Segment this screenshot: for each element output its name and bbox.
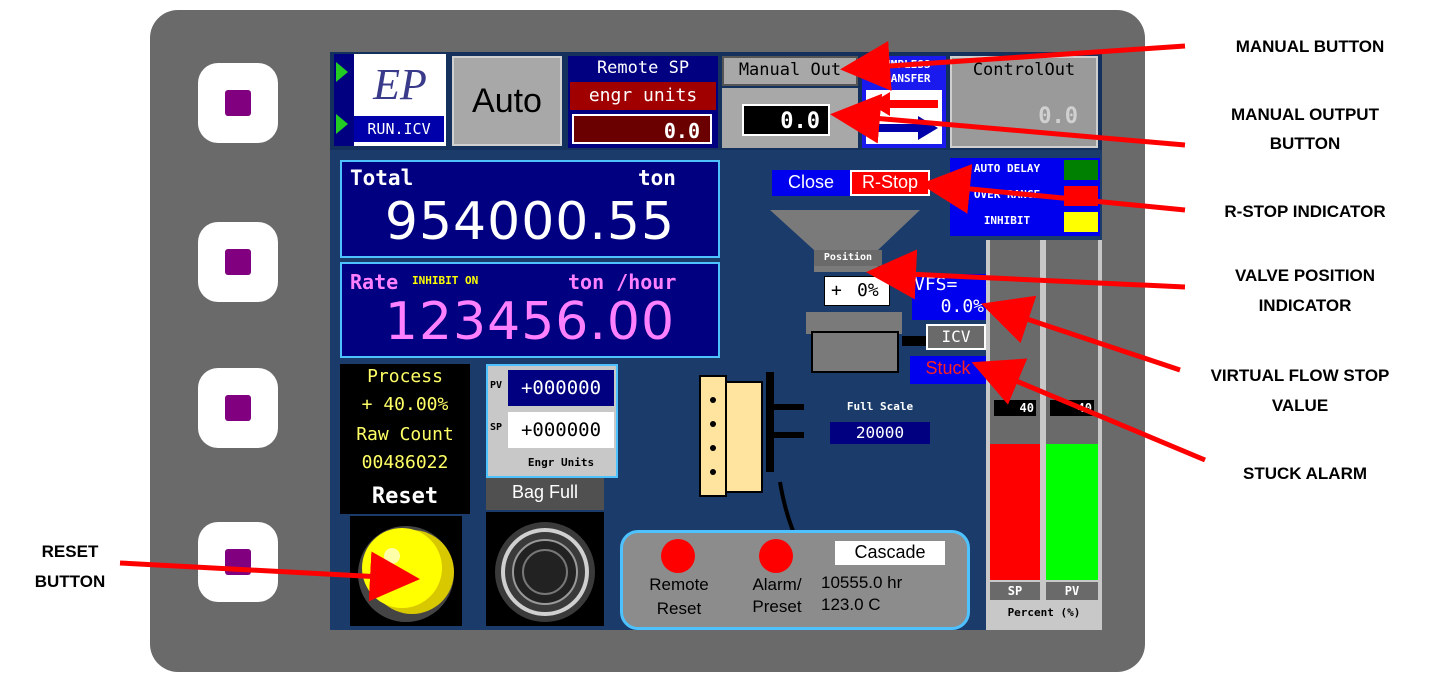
annotation-stuck: STUCK ALARM: [1242, 464, 1368, 483]
arrow-reset: [119, 551, 420, 602]
annotation-vfs-line1: VIRTUAL FLOW STOP: [1210, 366, 1390, 385]
arrow-vfs: [981, 295, 1181, 373]
annotation-manual-button: MANUAL BUTTON: [1235, 37, 1385, 56]
arrow-manual-button: [840, 41, 1186, 91]
arrow-rstop: [920, 164, 1186, 214]
annotation-reset-line1: RESET: [41, 542, 99, 561]
annotation-valve-line2: INDICATOR: [1258, 296, 1352, 315]
annotation-manual-output-line1: MANUAL OUTPUT: [1231, 105, 1379, 124]
annotation-vfs-line2: VALUE: [1271, 396, 1329, 415]
annotation-manual-output-line2: BUTTON: [1269, 134, 1341, 153]
arrow-valve-position: [866, 249, 1186, 300]
annotation-rstop: R-STOP INDICATOR: [1224, 202, 1386, 221]
arrow-manual-output: [830, 93, 1186, 148]
annotation-valve-line1: VALVE POSITION: [1234, 266, 1376, 285]
annotation-reset-line2: BUTTON: [34, 572, 106, 591]
